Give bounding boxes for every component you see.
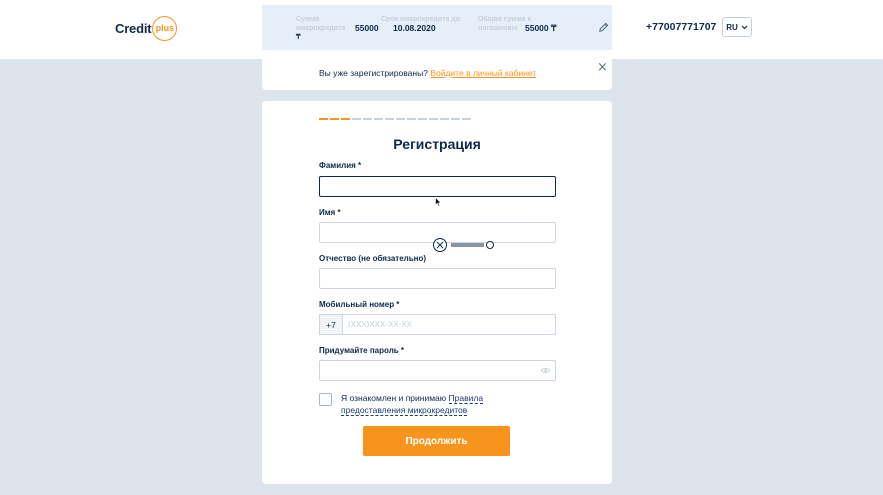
page-title: Регистрация bbox=[393, 136, 481, 152]
progress-segment bbox=[451, 118, 460, 120]
agreement-checkbox[interactable] bbox=[319, 393, 332, 406]
edit-pencil-icon[interactable] bbox=[598, 22, 609, 33]
middle-name-input[interactable] bbox=[319, 268, 556, 289]
drag-handle-icon[interactable] bbox=[432, 238, 496, 252]
step-progress bbox=[319, 118, 471, 120]
progress-segment bbox=[363, 118, 372, 120]
close-icon[interactable]: × bbox=[597, 60, 608, 75]
total-value: 55000 ₸ bbox=[525, 23, 557, 33]
password-input[interactable] bbox=[319, 360, 556, 381]
login-link[interactable]: Войдите в личный кабинет bbox=[430, 68, 536, 78]
last-name-label: Фамилия * bbox=[319, 161, 362, 170]
progress-segment bbox=[352, 118, 361, 120]
mobile-label: Мобильный номер * bbox=[319, 300, 400, 309]
term-value: 10.08.2020 bbox=[393, 23, 436, 33]
amount-label: Сумма микрокредита bbox=[296, 16, 346, 32]
amount-value: 55000 bbox=[355, 23, 379, 33]
progress-segment bbox=[330, 118, 339, 120]
amount-currency: ₸ bbox=[296, 34, 301, 41]
chevron-down-icon bbox=[741, 25, 748, 29]
password-label: Придумайте пароль * bbox=[319, 346, 405, 355]
support-phone[interactable]: +77007771707 bbox=[646, 21, 716, 33]
progress-segment bbox=[418, 118, 427, 120]
first-name-label: Имя * bbox=[319, 208, 341, 217]
language-select[interactable]: RU bbox=[722, 17, 752, 37]
logo-badge: plus bbox=[152, 15, 178, 41]
show-password-icon[interactable] bbox=[540, 367, 551, 374]
progress-segment bbox=[385, 118, 394, 120]
logo-wordmark: Credit bbox=[115, 20, 152, 36]
progress-segment bbox=[396, 118, 405, 120]
progress-segment bbox=[440, 118, 449, 120]
loan-summary: Сумма микрокредита 55000 ₸ Срок микрокре… bbox=[262, 5, 612, 50]
progress-segment bbox=[407, 118, 416, 120]
registration-card: Регистрация Фамилия * Имя * Отчество (не… bbox=[262, 101, 612, 484]
notice-text: Вы уже зарегистрированы? Войдите в личны… bbox=[319, 68, 537, 78]
already-registered-banner: Вы уже зарегистрированы? Войдите в личны… bbox=[262, 59, 612, 90]
progress-segment bbox=[374, 118, 383, 120]
progress-segment bbox=[429, 118, 438, 120]
middle-name-label: Отчество (не обязательно) bbox=[319, 254, 427, 263]
progress-segment bbox=[462, 118, 471, 120]
last-name-input[interactable] bbox=[319, 176, 556, 197]
site-header: Credit plus Сумма микрокредита 55000 ₸ С… bbox=[0, 0, 883, 59]
creditplus-logo[interactable]: Credit plus bbox=[115, 14, 178, 42]
country-code-prefix: +7 bbox=[319, 314, 342, 335]
language-value: RU bbox=[726, 22, 738, 32]
mobile-input[interactable] bbox=[342, 314, 556, 335]
progress-segment bbox=[319, 118, 328, 120]
progress-segment bbox=[341, 118, 350, 120]
continue-button[interactable]: Продолжить bbox=[363, 426, 510, 456]
agreement-text: Я ознакомлен и принимаю Правила предоста… bbox=[341, 393, 484, 416]
mouse-pointer-icon bbox=[435, 197, 442, 207]
